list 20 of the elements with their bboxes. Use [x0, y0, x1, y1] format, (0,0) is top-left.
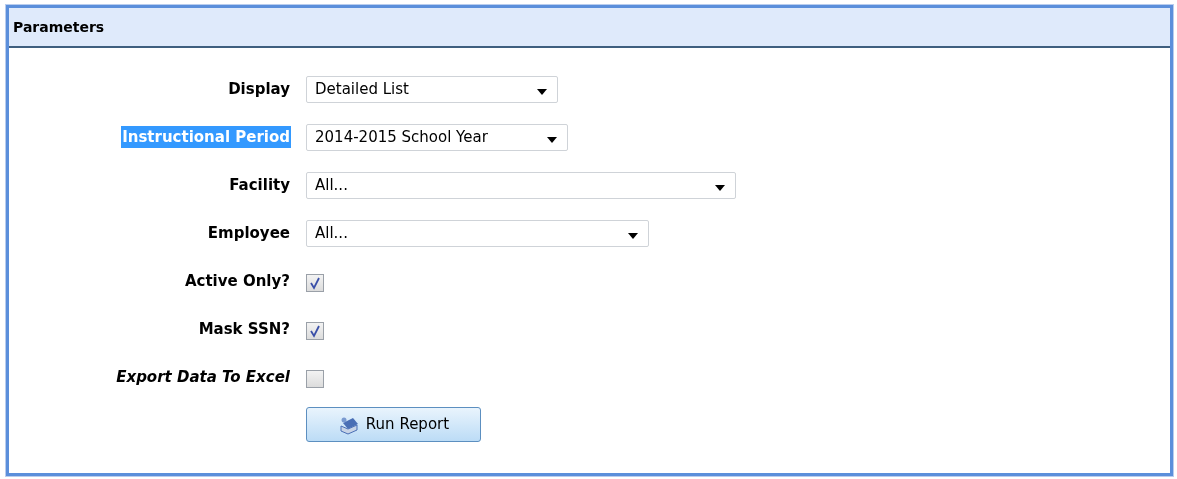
field-label: Instructional Period — [121, 125, 291, 149]
checkbox[interactable] — [306, 322, 324, 340]
field-label: Employee — [206, 222, 291, 244]
dropdown[interactable]: All... — [306, 219, 649, 247]
checkbox[interactable] — [306, 370, 324, 388]
run-report-button[interactable]: Run Report — [306, 407, 481, 442]
dropdown[interactable]: All... — [306, 171, 736, 199]
panel-title: Parameters — [13, 17, 105, 37]
dropdown[interactable]: Detailed List — [306, 75, 558, 103]
field-label: Export Data To Excel — [115, 366, 291, 388]
caret-icon — [537, 89, 547, 95]
dropdown[interactable]: 2014-2015 School Year — [306, 123, 568, 151]
caret-icon — [628, 233, 638, 239]
field-label: Mask SSN? — [197, 318, 291, 340]
caret-icon — [715, 185, 725, 191]
field-label: Active Only? — [183, 270, 291, 292]
field-label: Display — [227, 78, 291, 100]
checkbox[interactable] — [306, 274, 324, 292]
caret-icon — [547, 137, 557, 143]
field-label: Facility — [228, 174, 291, 196]
